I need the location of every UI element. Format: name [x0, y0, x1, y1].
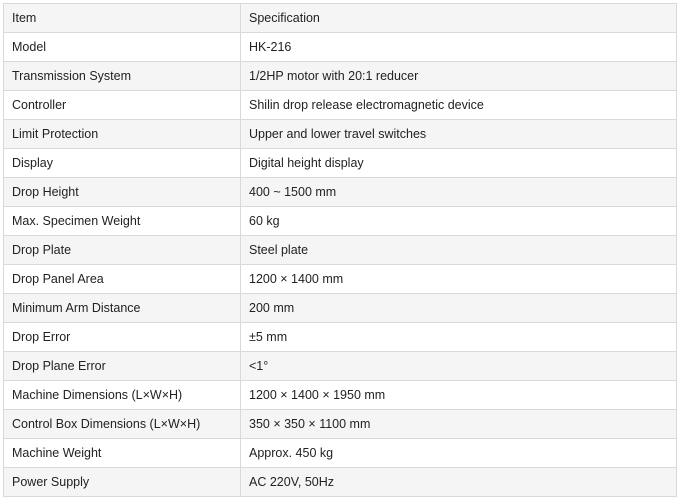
- row-item-label: Control Box Dimensions (L×W×H): [3, 409, 241, 439]
- row-specification-value: AC 220V, 50Hz: [240, 467, 677, 497]
- row-specification-value: 400 ~ 1500 mm: [240, 177, 677, 207]
- row-specification-value: Shilin drop release electromagnetic devi…: [240, 90, 677, 120]
- row-specification-value: Approx. 450 kg: [240, 438, 677, 468]
- row-item-label: Model: [3, 32, 241, 62]
- table-row: Power Supply AC 220V, 50Hz: [3, 467, 677, 497]
- table-row: Drop Height 400 ~ 1500 mm: [3, 177, 677, 207]
- row-specification-value: 350 × 350 × 1100 mm: [240, 409, 677, 439]
- row-item-label: Limit Protection: [3, 119, 241, 149]
- row-specification-value: Upper and lower travel switches: [240, 119, 677, 149]
- table-row: Minimum Arm Distance 200 mm: [3, 293, 677, 323]
- row-item-label: Drop Error: [3, 322, 241, 352]
- row-specification-value: 200 mm: [240, 293, 677, 323]
- row-item-label: Drop Plate: [3, 235, 241, 265]
- table-row: Model HK-216: [3, 32, 677, 62]
- row-specification-value: ±5 mm: [240, 322, 677, 352]
- specification-table: Item Specification Model HK-216 Transmissi…: [3, 3, 677, 497]
- row-item-label: Machine Dimensions (L×W×H): [3, 380, 241, 410]
- row-item-label: Display: [3, 148, 241, 178]
- table-row: Drop Plate Steel plate: [3, 235, 677, 265]
- table-row: Max. Specimen Weight 60 kg: [3, 206, 677, 236]
- table-row: Drop Plane Error <1°: [3, 351, 677, 381]
- row-specification-value: 1/2HP motor with 20:1 reducer: [240, 61, 677, 91]
- row-item-label: Controller: [3, 90, 241, 120]
- table-row: Machine Dimensions (L×W×H) 1200 × 1400 × …: [3, 380, 677, 410]
- table-row: Controller Shilin drop release electromag…: [3, 90, 677, 120]
- row-specification-value: <1°: [240, 351, 677, 381]
- row-specification-value: 1200 × 1400 × 1950 mm: [240, 380, 677, 410]
- row-specification-value: Digital height display: [240, 148, 677, 178]
- table-row: Control Box Dimensions (L×W×H) 350 × 350 …: [3, 409, 677, 439]
- row-specification-value: HK-216: [240, 32, 677, 62]
- row-item-label: Power Supply: [3, 467, 241, 497]
- row-item-label: Drop Height: [3, 177, 241, 207]
- table-row: Machine Weight Approx. 450 kg: [3, 438, 677, 468]
- table-header-row: Item Specification: [3, 3, 677, 33]
- row-item-label: Drop Plane Error: [3, 351, 241, 381]
- row-item-label: Max. Specimen Weight: [3, 206, 241, 236]
- table-row: Limit Protection Upper and lower travel s…: [3, 119, 677, 149]
- row-item-label: Minimum Arm Distance: [3, 293, 241, 323]
- header-item: Item: [3, 3, 241, 33]
- table-row: Drop Panel Area 1200 × 1400 mm: [3, 264, 677, 294]
- table-row: Drop Error ±5 mm: [3, 322, 677, 352]
- row-specification-value: 1200 × 1400 mm: [240, 264, 677, 294]
- specification-table-body: Item Specification Model HK-216 Transmissi…: [3, 3, 677, 497]
- row-item-label: Drop Panel Area: [3, 264, 241, 294]
- row-item-label: Transmission System: [3, 61, 241, 91]
- header-specification: Specification: [240, 3, 677, 33]
- row-specification-value: Steel plate: [240, 235, 677, 265]
- table-row: Transmission System 1/2HP motor with 20:1…: [3, 61, 677, 91]
- table-row: Display Digital height display: [3, 148, 677, 178]
- row-item-label: Machine Weight: [3, 438, 241, 468]
- row-specification-value: 60 kg: [240, 206, 677, 236]
